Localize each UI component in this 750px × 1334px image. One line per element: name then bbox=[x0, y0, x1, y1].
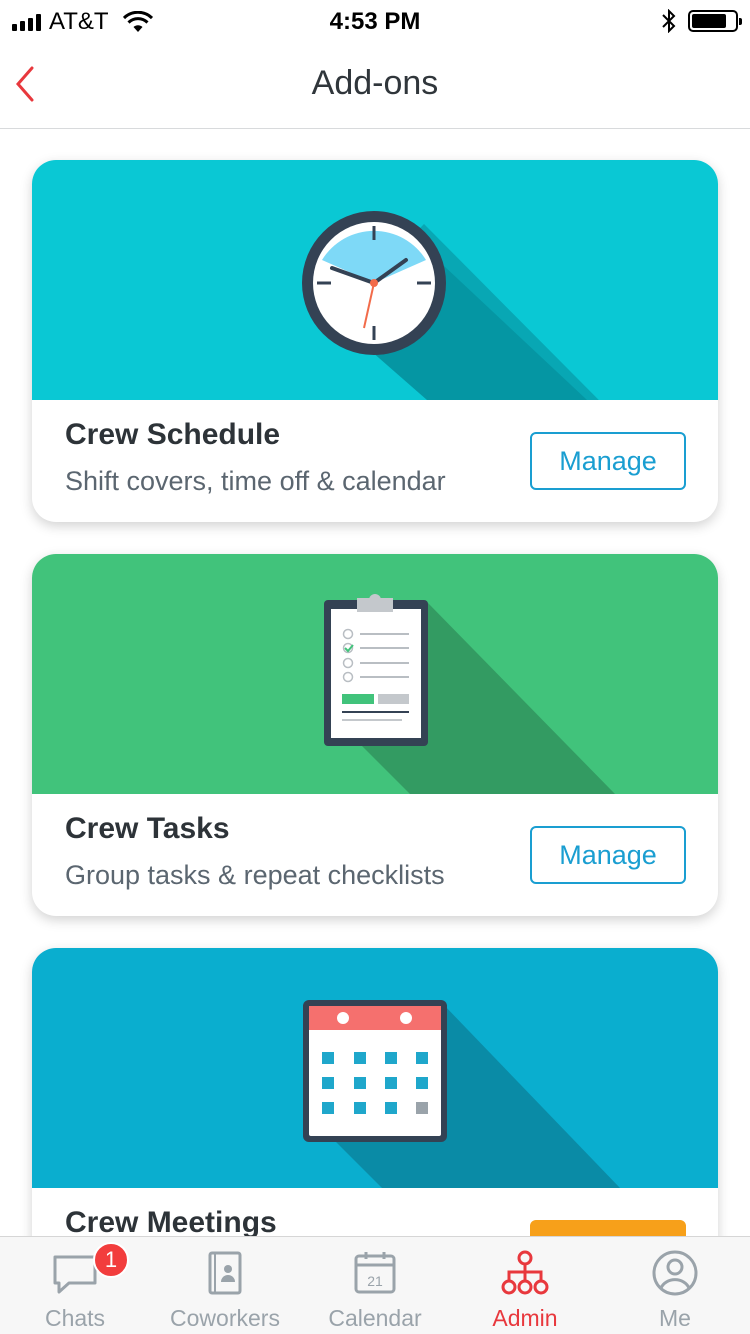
tab-chats[interactable]: 1 Chats bbox=[0, 1237, 150, 1334]
card-banner bbox=[32, 948, 718, 1188]
action-button[interactable] bbox=[530, 1220, 686, 1236]
chat-bubble-icon bbox=[53, 1255, 97, 1294]
tab-label: Coworkers bbox=[170, 1305, 280, 1331]
addon-card-crew-meetings: Crew Meetings bbox=[32, 948, 718, 1236]
status-right bbox=[662, 9, 742, 33]
clipboard-icon bbox=[324, 594, 615, 794]
tab-bar: 1 Chats Coworkers 21 Calendar Admin Me bbox=[0, 1236, 750, 1334]
card-title: Crew Tasks bbox=[65, 812, 230, 845]
card-body: Crew Schedule Shift covers, time off & c… bbox=[32, 400, 718, 522]
tab-coworkers[interactable]: Coworkers bbox=[150, 1237, 300, 1334]
tab-label: Me bbox=[659, 1305, 691, 1331]
tab-label: Calendar bbox=[328, 1305, 422, 1331]
page-title: Add-ons bbox=[311, 64, 439, 102]
card-banner bbox=[32, 554, 718, 794]
addons-list: Crew Schedule Shift covers, time off & c… bbox=[0, 130, 750, 1236]
battery-icon bbox=[688, 10, 742, 32]
calendar-icon: 21 bbox=[354, 1252, 396, 1294]
tab-admin[interactable]: Admin bbox=[450, 1237, 600, 1334]
card-title: Crew Schedule bbox=[65, 418, 281, 451]
contacts-icon bbox=[208, 1251, 242, 1295]
manage-button[interactable]: Manage bbox=[530, 432, 686, 490]
addon-card-crew-schedule: Crew Schedule Shift covers, time off & c… bbox=[32, 160, 718, 522]
org-chart-icon bbox=[501, 1250, 549, 1295]
clock-icon bbox=[302, 211, 718, 400]
tab-calendar[interactable]: 21 Calendar bbox=[300, 1237, 450, 1334]
calendar-icon bbox=[303, 1000, 620, 1188]
tab-me[interactable]: Me bbox=[600, 1237, 750, 1334]
card-body: Crew Tasks Group tasks & repeat checklis… bbox=[32, 794, 718, 916]
calendar-day: 21 bbox=[367, 1273, 383, 1289]
addon-card-crew-tasks: Crew Tasks Group tasks & repeat checklis… bbox=[32, 554, 718, 916]
tab-label: Admin bbox=[492, 1305, 558, 1331]
user-icon bbox=[652, 1250, 698, 1296]
card-subtitle: Shift covers, time off & calendar bbox=[65, 466, 446, 496]
bluetooth-icon bbox=[662, 9, 676, 33]
manage-button[interactable]: Manage bbox=[530, 826, 686, 884]
card-subtitle: Group tasks & repeat checklists bbox=[65, 860, 445, 890]
unread-badge: 1 bbox=[93, 1242, 129, 1278]
card-banner bbox=[32, 160, 718, 400]
card-body: Crew Meetings bbox=[32, 1188, 718, 1236]
status-bar: AT&T 4:53 PM bbox=[0, 0, 750, 40]
status-time: 4:53 PM bbox=[329, 8, 421, 35]
nav-bar: Add-ons bbox=[0, 40, 750, 129]
tab-label: Chats bbox=[44, 1305, 106, 1331]
card-title: Crew Meetings bbox=[65, 1206, 277, 1236]
